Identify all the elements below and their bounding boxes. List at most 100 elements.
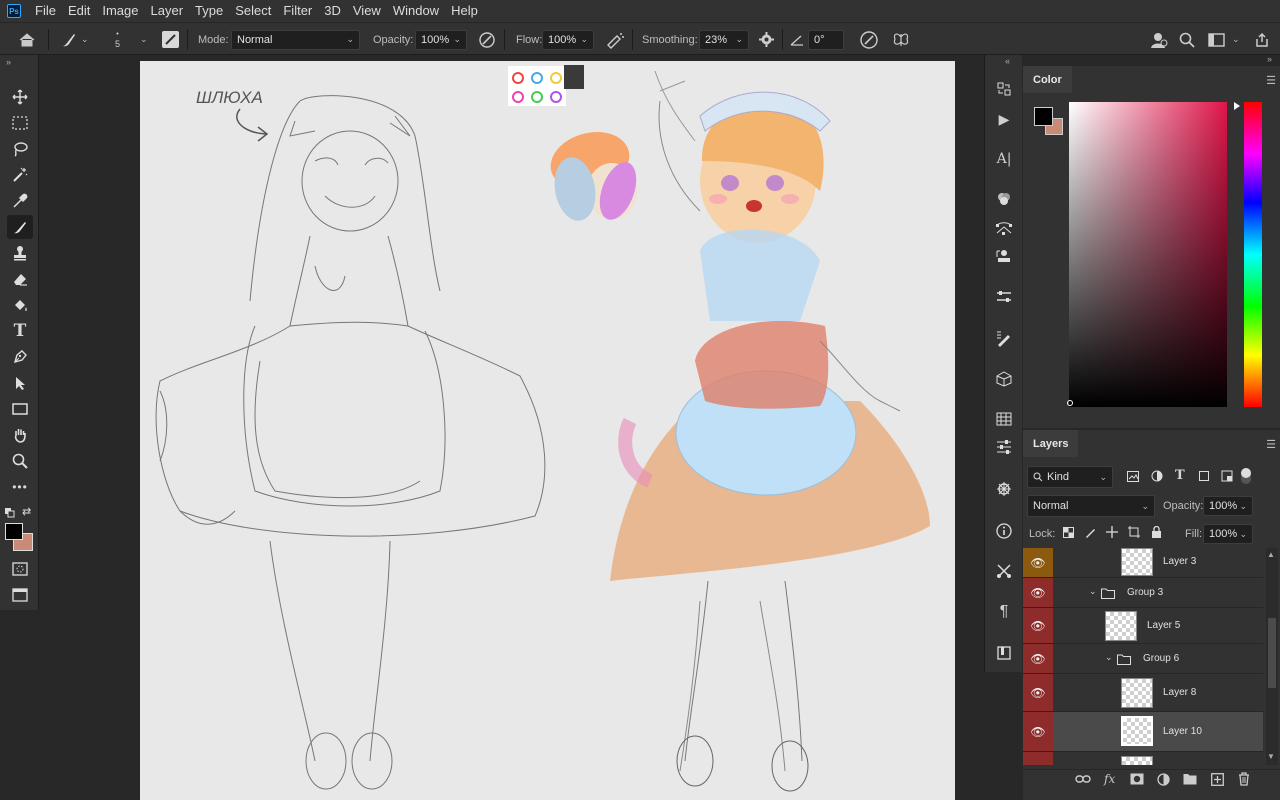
delete-layer-trash-icon[interactable] — [1238, 772, 1250, 789]
menu-layer[interactable]: Layer — [145, 0, 190, 22]
color-picker-field[interactable] — [1069, 102, 1227, 407]
clone-stamp-tool-icon[interactable] — [7, 241, 33, 265]
new-group-folder-icon[interactable] — [1183, 773, 1197, 788]
chevron-down-icon[interactable]: ⌄ — [1105, 652, 1113, 663]
rectangle-tool-icon[interactable] — [7, 397, 33, 421]
menu-image[interactable]: Image — [96, 0, 144, 22]
tab-color[interactable]: Color — [1023, 66, 1072, 93]
collapse-toolbar-icon[interactable]: » — [6, 57, 11, 67]
pen-tool-icon[interactable] — [7, 345, 33, 369]
zoom-tool-icon[interactable] — [7, 449, 33, 473]
layer-opacity-input[interactable]: 100% ⌄ — [1203, 496, 1253, 516]
home-icon[interactable] — [18, 23, 36, 56]
lock-transparent-icon[interactable] — [1063, 527, 1074, 541]
hue-slider-handle[interactable] — [1234, 102, 1240, 110]
brush-tool-preset-icon[interactable]: ⌄ — [60, 23, 89, 56]
menu-select[interactable]: Select — [229, 0, 277, 22]
group-name[interactable]: Group 3 — [1127, 587, 1163, 598]
more-tools-icon[interactable]: ••• — [7, 475, 33, 499]
default-colors-icon[interactable] — [5, 507, 15, 521]
menu-file[interactable]: File — [29, 0, 62, 22]
layer-row[interactable]: 👁 Layer 3 — [1023, 548, 1263, 578]
layer-fill-input[interactable]: 100% ⌄ — [1203, 524, 1253, 544]
link-layers-icon[interactable] — [1075, 773, 1091, 788]
layer-row[interactable]: 👁 Layer 8 — [1023, 674, 1263, 712]
path-selection-tool-icon[interactable] — [7, 371, 33, 395]
eye-icon[interactable]: 👁 — [1023, 644, 1053, 673]
airbrush-icon[interactable] — [605, 23, 625, 56]
layer-blend-mode-select[interactable]: Normal ⌄ — [1027, 495, 1155, 517]
new-adjustment-layer-icon[interactable] — [1157, 773, 1170, 789]
swap-colors-icon[interactable]: ⇄ — [22, 505, 31, 518]
actions-play-icon[interactable]: ▶ — [992, 107, 1016, 131]
layer-name[interactable]: Layer 10 — [1163, 726, 1202, 737]
layer-row[interactable]: 👁 Layer 5 — [1023, 608, 1263, 644]
menu-type[interactable]: Type — [189, 0, 229, 22]
collapse-panels-icon[interactable]: » — [1267, 54, 1272, 64]
brush-tool-icon[interactable] — [7, 215, 33, 239]
opacity-input[interactable]: 100% ⌄ — [415, 29, 467, 50]
filter-type-icon[interactable]: T — [1175, 468, 1185, 483]
layer-filter-select[interactable]: Kind ⌄ — [1027, 466, 1113, 488]
brush-size-picker[interactable]: • 5 — [115, 23, 120, 56]
filter-pixel-icon[interactable] — [1127, 471, 1139, 485]
eye-icon[interactable] — [1023, 752, 1053, 765]
menu-help[interactable]: Help — [445, 0, 484, 22]
properties-sliders-icon[interactable] — [992, 285, 1016, 309]
eye-icon[interactable]: 👁 — [1023, 608, 1053, 643]
eye-icon[interactable]: 👁 — [1023, 578, 1053, 607]
layer-name[interactable]: Layer 5 — [1147, 620, 1180, 631]
flow-input[interactable]: 100% ⌄ — [542, 29, 594, 50]
type-tool-icon[interactable]: T — [7, 319, 33, 343]
foreground-color-swatch[interactable] — [5, 523, 23, 540]
new-layer-icon[interactable] — [1211, 773, 1224, 789]
3d-cube-icon[interactable] — [992, 367, 1016, 391]
move-tool-icon[interactable] — [7, 85, 33, 109]
quick-mask-icon[interactable] — [7, 557, 33, 581]
add-mask-icon[interactable] — [1130, 773, 1144, 788]
menu-window[interactable]: Window — [387, 0, 445, 22]
group-row[interactable]: 👁 ⌄ Group 3 — [1023, 578, 1263, 608]
pressure-size-icon[interactable] — [859, 23, 879, 56]
foreground-color-swatch[interactable] — [1034, 107, 1053, 126]
filter-shape-icon[interactable] — [1198, 470, 1210, 485]
eye-icon[interactable]: 👁 — [1023, 674, 1053, 711]
layer-row[interactable] — [1023, 752, 1263, 765]
clone-source-icon[interactable] — [992, 245, 1016, 269]
group-name[interactable]: Group 6 — [1143, 653, 1179, 664]
menu-3d[interactable]: 3D — [318, 0, 347, 22]
menu-view[interactable]: View — [347, 0, 387, 22]
chevron-down-icon[interactable]: ⌄ — [1089, 586, 1097, 597]
info-icon[interactable] — [992, 519, 1016, 543]
lock-all-icon[interactable] — [1151, 525, 1162, 541]
smoothing-input[interactable]: 23% ⌄ — [699, 29, 749, 50]
libraries-icon[interactable] — [992, 641, 1016, 665]
paint-bucket-tool-icon[interactable] — [7, 293, 33, 317]
filter-smart-object-icon[interactable] — [1221, 470, 1233, 485]
channels-icon[interactable] — [992, 187, 1016, 211]
history-icon[interactable] — [992, 77, 1016, 101]
swatches-grid-icon[interactable] — [992, 407, 1016, 431]
scroll-down-icon[interactable]: ▼ — [1267, 752, 1275, 761]
lock-position-icon[interactable] — [1106, 526, 1118, 541]
magic-wand-tool-icon[interactable] — [7, 163, 33, 187]
menu-edit[interactable]: Edit — [62, 0, 96, 22]
navigator-compass-icon[interactable] — [992, 477, 1016, 501]
hand-tool-icon[interactable] — [7, 423, 33, 447]
layers-scrollbar[interactable]: ▲ ▼ — [1266, 548, 1278, 765]
color-picker-cursor[interactable] — [1067, 400, 1073, 406]
filter-toggle[interactable] — [1241, 468, 1251, 484]
collapse-dock-icon[interactable]: « — [1005, 56, 1010, 66]
symmetry-butterfly-icon[interactable] — [892, 23, 910, 56]
menu-filter[interactable]: Filter — [277, 0, 318, 22]
character-icon[interactable]: A| — [992, 147, 1016, 171]
brush-preset-dropdown-icon[interactable]: ⌄ — [140, 23, 148, 56]
angle-input[interactable]: 0° — [808, 29, 844, 50]
paths-icon[interactable] — [992, 217, 1016, 241]
adjustments-icon[interactable] — [992, 435, 1016, 459]
share-export-icon[interactable] — [1254, 23, 1270, 56]
eyedropper-tool-icon[interactable] — [7, 189, 33, 213]
layer-effects-fx-icon[interactable]: fx — [1104, 772, 1115, 786]
pressure-opacity-icon[interactable] — [478, 23, 496, 56]
search-icon[interactable] — [1179, 23, 1195, 56]
